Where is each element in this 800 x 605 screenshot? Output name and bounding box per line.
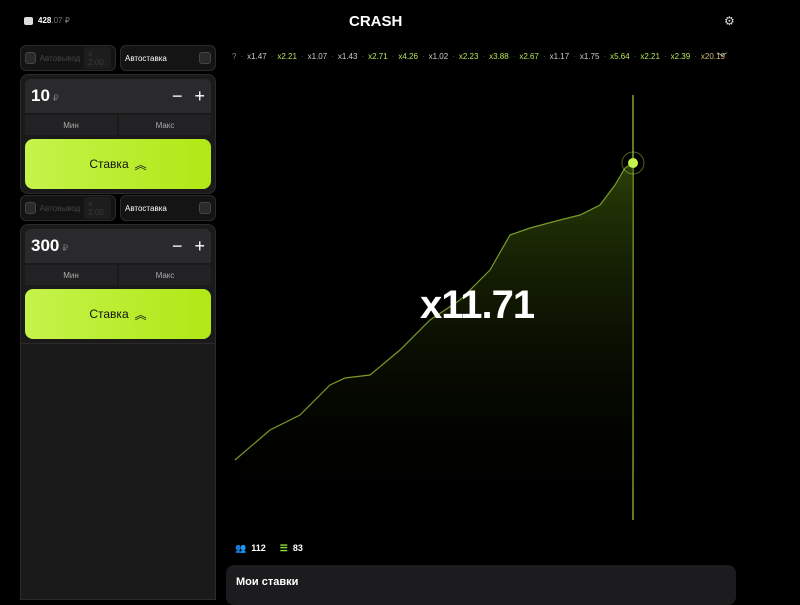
checkbox[interactable] — [25, 202, 36, 214]
separator: · — [421, 52, 425, 61]
separator: · — [542, 52, 546, 61]
bet-button[interactable]: Ставка ︽ — [25, 289, 211, 339]
history-item[interactable]: x4.26 — [398, 52, 418, 61]
balance: 428.07 ₽ — [24, 16, 70, 25]
autowithdraw-label: Автовывод — [39, 53, 81, 63]
separator: · — [452, 52, 455, 61]
separator: · — [270, 52, 274, 61]
separator: · — [603, 52, 607, 61]
stats: 👥 112 ☰ 83 — [235, 543, 303, 554]
bet-amount-input[interactable]: 300 — [31, 236, 59, 256]
players-icon: 👥 — [235, 543, 247, 553]
history-item[interactable]: x3.88 — [489, 52, 509, 61]
history-item[interactable]: x2.71 — [368, 52, 388, 61]
separator: · — [331, 52, 334, 61]
increase-button[interactable]: + — [194, 236, 205, 257]
balance-value: 428 — [38, 16, 52, 25]
autowithdraw-label: Автовывод — [39, 203, 81, 213]
max-button[interactable]: Макс — [119, 265, 211, 285]
history-bar: ? · x1.47 · x2.21 · x1.07 · x1.43 · x2.71 · x4.26 · x1… — [232, 52, 725, 61]
autowithdraw-toggle[interactable]: Автовывод x 2.00 — [20, 195, 116, 221]
chevron-up-icon: ︽ — [134, 307, 147, 322]
separator: · — [512, 52, 516, 61]
history-item[interactable]: x1.07 — [308, 52, 328, 61]
decrease-button[interactable]: − — [172, 86, 183, 107]
current-point — [628, 158, 638, 168]
bet-amount-input[interactable]: 10 — [31, 86, 50, 106]
autobet-label: Автоставка — [125, 203, 167, 213]
gear-icon[interactable]: ⚙ — [724, 14, 735, 28]
autowithdraw-input[interactable]: x 2.00 — [84, 197, 111, 219]
autobet-toggle[interactable]: Автоставка — [120, 45, 216, 71]
autobet-label: Автоставка — [125, 53, 167, 63]
currency: ₽ — [52, 92, 59, 103]
autowithdraw-toggle[interactable]: Автовывод x 2.00 — [20, 45, 116, 71]
history-item[interactable]: x1.47 — [247, 52, 267, 61]
checkbox[interactable] — [25, 52, 36, 64]
checkbox[interactable] — [199, 202, 211, 214]
history-item[interactable]: x1.75 — [580, 52, 600, 61]
left-panel — [20, 335, 216, 600]
separator: · — [391, 52, 395, 61]
history-item[interactable]: x1.43 — [338, 52, 358, 61]
balance-cents: .07 ₽ — [51, 16, 70, 25]
history-item[interactable]: x2.67 — [519, 52, 539, 61]
bet-label: Ставка — [89, 307, 129, 321]
separator: · — [694, 52, 697, 61]
separator: · — [482, 52, 486, 61]
currency: ₽ — [62, 242, 69, 253]
history-item[interactable]: x1.17 — [550, 52, 570, 61]
my-bets-title: Мои ставки — [236, 576, 299, 588]
bet-button[interactable]: Ставка ︽ — [25, 139, 211, 189]
players-count: 112 — [251, 543, 266, 553]
separator: · — [300, 52, 304, 61]
min-button[interactable]: Мин — [25, 265, 117, 285]
separator: · — [663, 52, 667, 61]
history-item[interactable]: x1.02 — [429, 52, 449, 61]
history-item[interactable]: x5.64 — [610, 52, 630, 61]
my-bets-panel: Мои ставки — [226, 565, 736, 605]
autowithdraw-input[interactable]: x 2.00 — [84, 47, 111, 69]
multiplier: x11.71 — [420, 283, 535, 327]
bet-label: Ставка — [89, 157, 129, 171]
increase-button[interactable]: + — [194, 86, 205, 107]
separator: · — [240, 52, 244, 61]
min-button[interactable]: Мин — [25, 115, 117, 135]
wallet-icon — [24, 16, 33, 25]
history-item[interactable]: x2.23 — [459, 52, 479, 61]
bet-widget-2: Автовывод x 2.00 Автоставка 300 ₽ − + Мин Мак… — [20, 195, 216, 344]
decrease-button[interactable]: − — [172, 236, 183, 257]
history-item[interactable]: x2.21 — [640, 52, 660, 61]
bet-widget-1: Автовывод x 2.00 Автоставка 10 ₽ − + Мин Макс… — [20, 45, 216, 194]
autobet-toggle[interactable]: Автоставка — [120, 195, 216, 221]
chevron-down-icon[interactable]: ﹀ — [717, 49, 727, 64]
bets-count: 83 — [292, 543, 303, 553]
history-item[interactable]: x2.39 — [671, 52, 691, 61]
separator: · — [573, 52, 576, 61]
max-button[interactable]: Макс — [119, 115, 211, 135]
checkbox[interactable] — [199, 52, 211, 64]
history-item[interactable]: x2.21 — [277, 52, 297, 61]
logo: CRASH — [349, 13, 403, 30]
separator: · — [633, 52, 637, 61]
chevron-up-icon: ︽ — [134, 157, 147, 172]
coins-icon: ☰ — [279, 543, 288, 553]
help-icon[interactable]: ? — [232, 52, 236, 61]
separator: · — [361, 52, 365, 61]
